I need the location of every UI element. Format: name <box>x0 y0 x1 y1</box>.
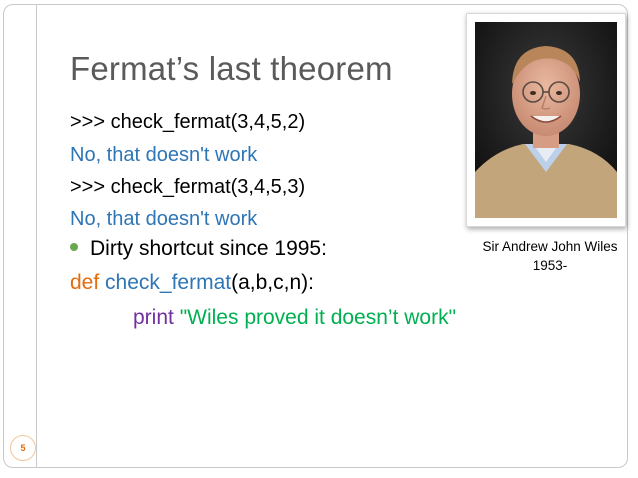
print-string: "Wiles proved it doesn’t work" <box>179 306 457 329</box>
slide-left-rule <box>36 4 37 468</box>
slide: Fermat’s last theorem >>> check_fermat(3… <box>0 0 638 478</box>
caption-year: 1953- <box>532 258 568 273</box>
slide-title: Fermat’s last theorem <box>70 50 393 87</box>
function-args: (a,b,c,n): <box>231 271 314 294</box>
code-output-1: No, that doesn't work <box>70 144 258 166</box>
function-name: check_fermat <box>105 271 232 294</box>
code-call-2: >>> check_fermat(3,4,5,3) <box>70 176 306 198</box>
slide-number: 5 <box>10 435 36 461</box>
code-output-2: No, that doesn't work <box>70 208 258 230</box>
keyword-def: def <box>70 271 100 294</box>
bullet-icon <box>70 243 78 252</box>
code-def-line: def check_fermat(a,b,c,n): <box>70 271 314 295</box>
bullet-item: Dirty shortcut since 1995: <box>70 237 327 261</box>
code-print-line: print "Wiles proved it doesn’t work" <box>133 306 456 330</box>
portrait-photo <box>475 22 617 218</box>
caption-name: Sir Andrew John Wiles <box>482 239 618 254</box>
portrait-caption: Sir Andrew John Wiles 1953- <box>466 237 634 275</box>
portrait-frame <box>466 13 626 227</box>
keyword-print: print <box>133 306 174 329</box>
bullet-text: Dirty shortcut since 1995: <box>90 237 327 260</box>
code-call-1: >>> check_fermat(3,4,5,2) <box>70 111 306 133</box>
